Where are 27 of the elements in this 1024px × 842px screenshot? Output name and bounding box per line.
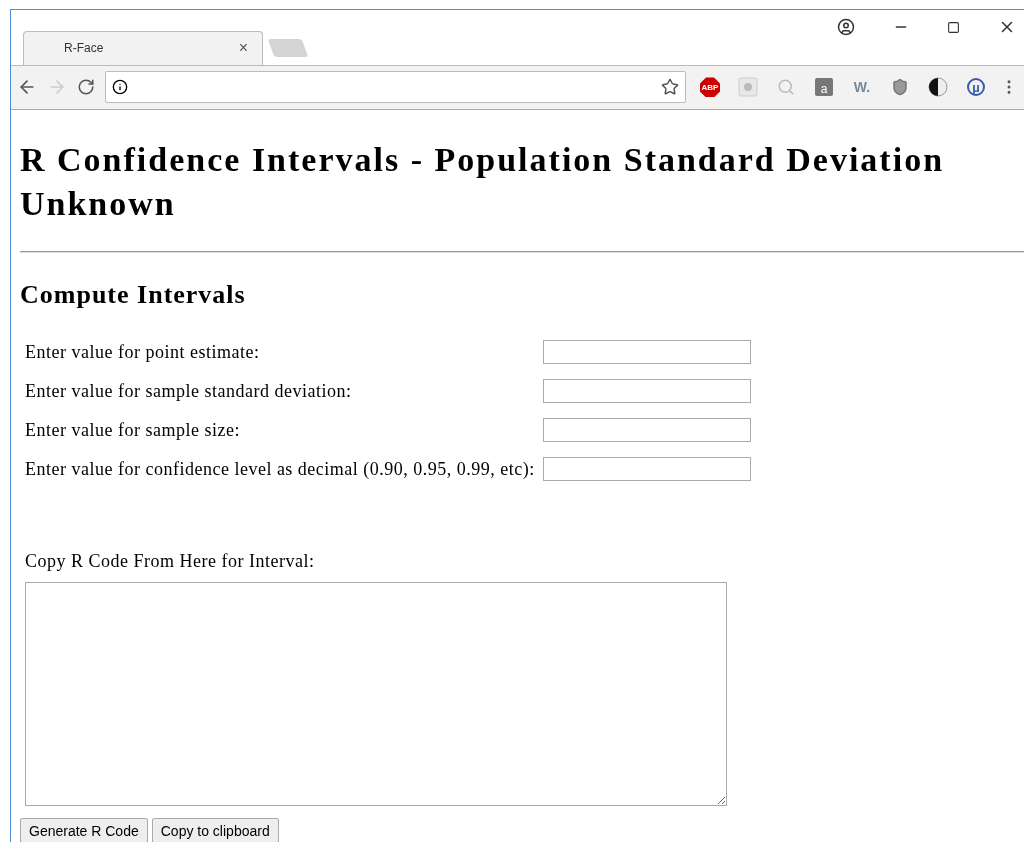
field-label: Enter value for point estimate: <box>25 341 261 362</box>
action-button[interactable]: Copy to clipboard <box>151 818 279 842</box>
record-icon <box>738 77 758 98</box>
input-field[interactable] <box>542 379 751 403</box>
profile-icon[interactable] <box>837 18 855 36</box>
action-button[interactable]: Generate R Code <box>20 818 148 842</box>
input-field[interactable] <box>542 457 751 481</box>
shopping-bag-icon: a <box>815 78 833 97</box>
section-heading: Compute Intervals <box>20 280 247 310</box>
input-field[interactable] <box>542 418 751 442</box>
maximize-icon[interactable] <box>947 20 960 34</box>
adblock-icon: ABP <box>700 77 720 98</box>
browser-tab[interactable]: R-Face × <box>23 30 263 65</box>
info-icon <box>112 79 128 96</box>
contrast-icon <box>928 77 948 98</box>
star-icon[interactable] <box>661 78 679 97</box>
field-label: Enter value for confidence level as decimal (0.90, 0.95, 0.99, etc): <box>25 458 536 479</box>
page-title: R Confidence Intervals - Population Standard Deviation Unknown <box>20 140 946 224</box>
reload-icon[interactable] <box>77 78 95 97</box>
field-label: Enter value for sample standard deviation: <box>25 380 353 401</box>
input-field[interactable] <box>542 340 751 364</box>
code-label: Copy R Code From Here for Interval: <box>25 551 316 572</box>
shield-icon <box>891 78 909 97</box>
field-label: Enter value for sample size: <box>25 419 241 440</box>
w-logo: W. <box>853 79 871 96</box>
magnifier-icon <box>777 78 795 97</box>
tab-close-button[interactable]: × <box>238 39 248 58</box>
